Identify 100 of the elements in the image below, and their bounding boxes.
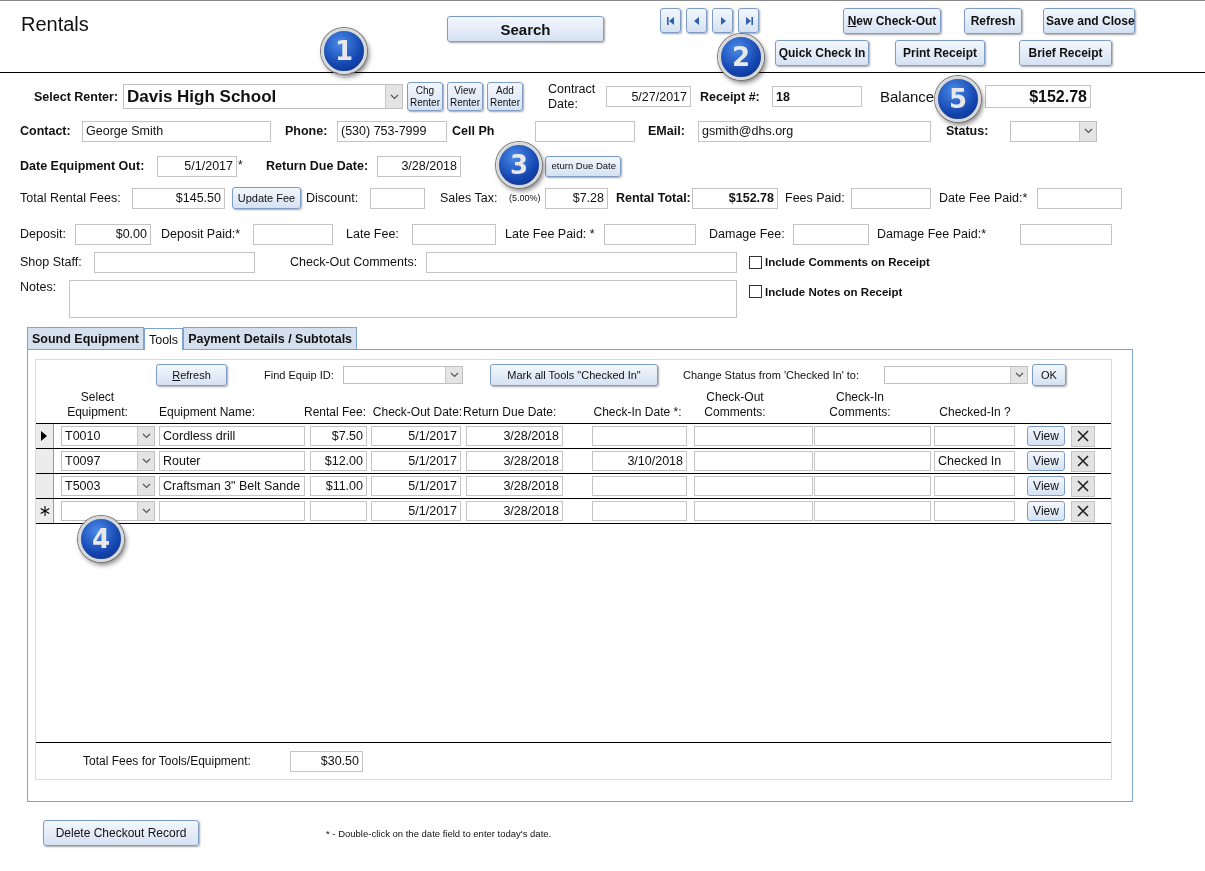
table-cell[interactable] [934,501,1015,521]
table-cell[interactable] [814,476,931,496]
ok-button[interactable]: OK [1032,363,1066,386]
table-cell[interactable] [814,501,931,521]
text-field[interactable]: 3/28/2018 [377,155,461,177]
table-cell[interactable] [694,476,813,496]
table-cell[interactable] [814,451,931,471]
dropdown-field[interactable] [1010,120,1097,142]
delete-row-button[interactable] [1071,450,1095,472]
text-field[interactable] [851,187,931,209]
table-cell[interactable]: 5/1/2017 [371,451,461,471]
table-cell[interactable] [694,451,813,471]
tab[interactable]: Sound Equipment [27,327,144,349]
text-field[interactable]: $7.28 [545,187,608,209]
action-button[interactable]: Refresh [964,8,1022,34]
refresh-button[interactable]: Refresh [156,363,227,386]
dropdown-field[interactable]: Davis High School [123,84,403,109]
view-button[interactable]: View [1027,426,1065,446]
text-field[interactable] [370,187,425,209]
checkbox[interactable] [749,255,762,269]
table-cell[interactable]: 3/28/2018 [466,501,563,521]
record-nav-button[interactable] [738,8,759,33]
form-button[interactable]: eturn Due Date [545,155,621,177]
text-field[interactable]: (530) 753-7999 [337,120,447,142]
text-field[interactable]: $152.78 [692,187,778,209]
text-field[interactable] [604,223,696,245]
action-button[interactable]: Save and Close [1043,8,1135,34]
delete-row-button[interactable] [1071,425,1095,447]
tab[interactable]: Payment Details / Subtotals [183,327,358,349]
text-field[interactable]: gsmith@dhs.org [698,120,931,142]
text-field[interactable]: 18 [772,86,862,107]
tab[interactable]: Tools [143,328,184,350]
form-button[interactable]: View Renter [447,82,483,111]
record-selector[interactable] [36,499,54,523]
table-cell[interactable]: $7.50 [310,426,367,446]
table-cell[interactable] [592,426,687,446]
table-cell[interactable]: 3/28/2018 [466,426,563,446]
delete-row-button[interactable] [1071,500,1095,522]
view-button[interactable]: View [1027,501,1065,521]
table-cell[interactable]: Cordless drill [159,426,305,446]
text-field[interactable] [535,120,635,142]
view-button[interactable]: View [1027,451,1065,471]
dropdown-field[interactable] [884,365,1028,384]
record-nav-button[interactable] [686,8,707,33]
table-cell[interactable] [934,426,1015,446]
record-selector[interactable] [36,424,54,448]
action-button[interactable]: Brief Receipt [1019,40,1112,66]
table-cell[interactable] [694,501,813,521]
table-cell[interactable] [592,476,687,496]
delete-record-button[interactable]: Delete Checkout Record [43,820,199,846]
text-field[interactable] [793,223,869,245]
table-cell[interactable]: 3/28/2018 [466,476,563,496]
text-field[interactable]: 5/27/2017 [606,86,691,107]
text-field[interactable]: $152.78 [985,85,1091,108]
action-button[interactable]: Quick Check In [775,40,869,66]
text-field[interactable]: $0.00 [75,223,151,245]
column-header: Check-In Date *: [592,405,683,420]
form-button[interactable]: Chg Renter [407,82,443,111]
text-field[interactable] [412,223,496,245]
text-field[interactable] [1020,223,1112,245]
table-cell[interactable]: 5/1/2017 [371,426,461,446]
dropdown-field[interactable] [343,365,463,384]
dropdown-field[interactable]: T5003 [61,476,155,496]
table-cell[interactable]: 3/28/2018 [466,451,563,471]
table-cell[interactable]: Router [159,451,305,471]
table-cell[interactable] [694,426,813,446]
table-cell[interactable]: 5/1/2017 [371,501,461,521]
table-cell[interactable]: Craftsman 3" Belt Sande [159,476,305,496]
dropdown-field[interactable]: T0097 [61,451,155,471]
text-field[interactable] [94,251,255,273]
table-cell[interactable] [310,501,367,521]
checkbox[interactable] [749,285,762,298]
table-cell[interactable] [814,426,931,446]
table-cell[interactable]: 3/10/2018 [592,451,687,471]
table-cell[interactable]: 5/1/2017 [371,476,461,496]
search-button[interactable]: Search [447,16,604,42]
table-cell[interactable] [934,476,1015,496]
delete-row-button[interactable] [1071,475,1095,497]
table-cell[interactable]: $11.00 [310,476,367,496]
dropdown-field[interactable] [61,501,155,521]
text-field[interactable]: 5/1/2017 [157,155,237,177]
action-button[interactable]: Print Receipt [895,40,985,66]
form-button[interactable]: Add Renter [487,82,523,111]
view-button[interactable]: View [1027,476,1065,496]
text-field[interactable]: George Smith [82,120,271,142]
table-cell[interactable]: Checked In [934,451,1015,471]
table-cell[interactable] [592,501,687,521]
action-button[interactable]: New Check-Out [843,8,941,34]
text-field[interactable]: $145.50 [132,187,225,209]
form-button[interactable]: Update Fee [232,187,301,209]
table-cell[interactable]: $12.00 [310,451,367,471]
mark-all-button[interactable]: Mark all Tools "Checked In" [490,363,658,386]
record-nav-button[interactable] [712,8,733,33]
text-field[interactable] [1037,187,1122,209]
record-nav-button[interactable] [660,8,681,33]
dropdown-field[interactable]: T0010 [61,426,155,446]
notes-field[interactable] [69,280,737,318]
table-cell[interactable] [159,501,305,521]
text-field[interactable] [426,251,737,273]
text-field[interactable] [253,223,333,245]
